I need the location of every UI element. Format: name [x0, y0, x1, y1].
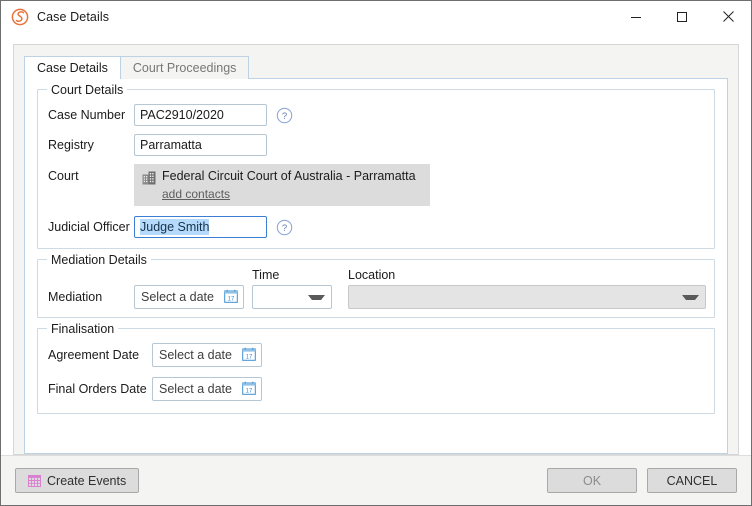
- calendar-icon[interactable]: 17: [242, 347, 257, 364]
- dialog-footer: Create Events OK CANCEL: [1, 455, 751, 505]
- group-court-details: Court Details Case Number ? Registry: [37, 83, 715, 249]
- final-orders-date-value: Select a date: [159, 382, 232, 396]
- group-mediation-details: Mediation Details Mediation Select a dat…: [37, 253, 715, 318]
- mediation-time-combo[interactable]: [252, 285, 332, 309]
- row-judicial-officer: Judicial Officer Judge Smith ?: [48, 216, 704, 238]
- location-column-header: Location: [348, 268, 396, 282]
- final-orders-date-picker[interactable]: Select a date 17: [152, 377, 262, 401]
- judicial-officer-field-wrap: Judge Smith: [134, 216, 267, 238]
- mediation-location-combo[interactable]: [348, 285, 706, 309]
- create-events-label: Create Events: [47, 473, 127, 488]
- maximize-button[interactable]: [659, 1, 705, 32]
- final-orders-date-label: Final Orders Date: [48, 382, 147, 396]
- add-contacts-link[interactable]: add contacts: [162, 187, 416, 201]
- tab-strip: Case Details Court Proceedings: [24, 55, 728, 80]
- case-number-input[interactable]: [134, 104, 267, 126]
- calendar-grid-icon: [28, 474, 41, 487]
- agreement-date-label: Agreement Date: [48, 348, 140, 362]
- group-title-finalisation: Finalisation: [47, 322, 119, 336]
- group-finalisation: Finalisation Agreement Date Select a dat…: [37, 322, 715, 414]
- judicial-officer-label: Judicial Officer: [48, 220, 130, 234]
- row-registry: Registry: [48, 134, 704, 156]
- mediation-label: Mediation: [48, 290, 103, 304]
- court-readonly-card: Federal Circuit Court of Australia - Par…: [134, 164, 430, 206]
- registry-label: Registry: [48, 138, 94, 152]
- title-bar: Case Details: [1, 1, 751, 32]
- svg-text:17: 17: [228, 296, 235, 302]
- row-agreement-date: Agreement Date Select a date 17: [48, 343, 704, 367]
- calendar-icon[interactable]: 17: [242, 381, 257, 398]
- mediation-date-cell: Select a date 17: [134, 285, 244, 309]
- minimize-button[interactable]: [613, 1, 659, 32]
- row-case-number: Case Number ?: [48, 104, 704, 126]
- create-events-button[interactable]: Create Events: [15, 468, 140, 493]
- judicial-officer-input[interactable]: [134, 216, 267, 238]
- tab-panel-case-details: Court Details Case Number ? Registry: [24, 78, 728, 454]
- court-label: Court: [48, 169, 79, 183]
- svg-text:17: 17: [246, 354, 253, 360]
- tab-court-proceedings[interactable]: Court Proceedings: [119, 56, 250, 79]
- ok-button[interactable]: OK: [547, 468, 637, 493]
- agreement-date-picker[interactable]: Select a date 17: [152, 343, 262, 367]
- row-final-orders-date: Final Orders Date Select a date 17: [48, 377, 704, 401]
- mediation-date-picker[interactable]: Select a date 17: [134, 285, 244, 309]
- dialog-body: Case Details Court Proceedings Court Det…: [1, 32, 751, 455]
- window-controls: [613, 1, 751, 32]
- group-title-court-details: Court Details: [47, 83, 128, 97]
- case-details-dialog: Case Details Case Details Court Proceedi…: [0, 0, 752, 506]
- cancel-button[interactable]: CANCEL: [647, 468, 737, 493]
- content-panel: Case Details Court Proceedings Court Det…: [13, 44, 739, 455]
- building-icon: [142, 171, 156, 188]
- tab-case-details[interactable]: Case Details: [24, 56, 121, 80]
- case-number-label: Case Number: [48, 108, 126, 122]
- chevron-down-icon: [308, 294, 325, 300]
- row-court: Court Federal Circuit Court of Australia…: [48, 164, 704, 206]
- chevron-down-icon: [682, 294, 699, 300]
- mediation-date-value: Select a date: [141, 290, 214, 304]
- mediation-time-cell: Time: [252, 268, 332, 309]
- time-column-header: Time: [252, 268, 280, 282]
- svg-text:17: 17: [246, 388, 253, 394]
- mediation-location-cell: Location: [348, 268, 706, 309]
- close-button[interactable]: [705, 1, 751, 32]
- judicial-officer-help-icon[interactable]: ?: [276, 219, 293, 236]
- agreement-date-value: Select a date: [159, 348, 232, 362]
- case-number-help-icon[interactable]: ?: [276, 107, 293, 124]
- orange-swirl-logo-icon: [10, 7, 30, 27]
- svg-text:?: ?: [282, 111, 287, 122]
- group-title-mediation-details: Mediation Details: [47, 253, 151, 267]
- svg-text:?: ?: [282, 223, 287, 234]
- court-name: Federal Circuit Court of Australia - Par…: [162, 169, 416, 183]
- registry-input[interactable]: [134, 134, 267, 156]
- window-title: Case Details: [37, 9, 110, 24]
- calendar-icon[interactable]: 17: [224, 289, 239, 306]
